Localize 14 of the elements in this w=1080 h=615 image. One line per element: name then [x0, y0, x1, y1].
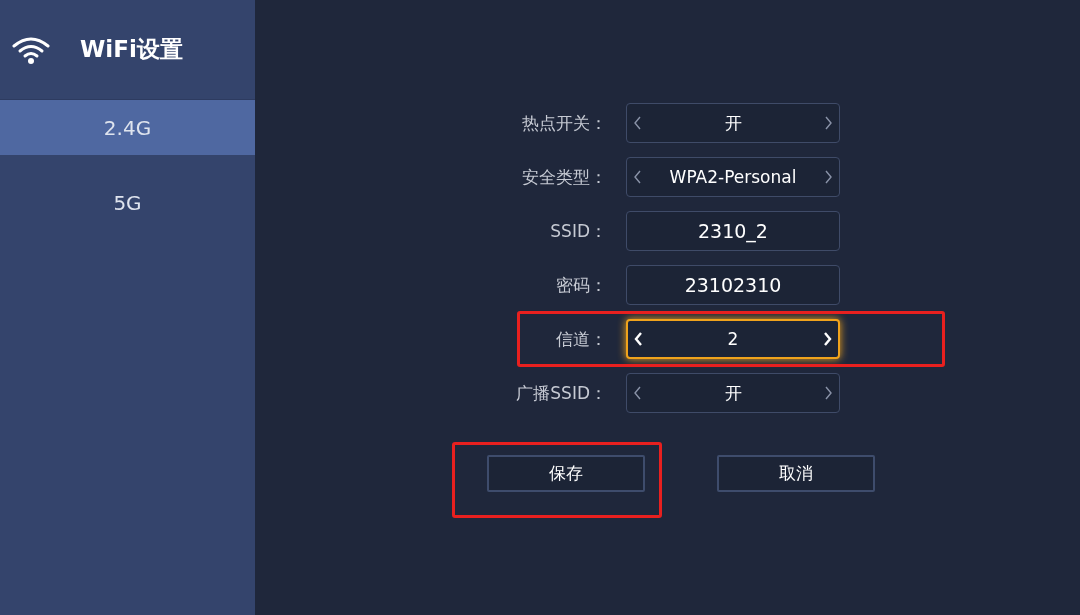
input-field[interactable]: 23102310 — [626, 265, 840, 305]
field-label: 信道： — [555, 327, 607, 351]
field-label: 广播SSID： — [515, 381, 607, 405]
wifi-icon — [12, 35, 50, 64]
field-label: 安全类型： — [521, 165, 607, 189]
sidebar-item[interactable]: 5G — [0, 175, 255, 230]
input-field[interactable]: 2310_2 — [626, 211, 840, 251]
field-label: 密码： — [555, 273, 607, 297]
cancel-button[interactable]: 取消 — [717, 455, 875, 492]
sidebar-title: WiFi设置 — [80, 35, 183, 64]
field-label: SSID： — [549, 219, 607, 243]
field-label: 热点开关： — [521, 111, 607, 135]
save-button[interactable]: 保存 — [487, 455, 645, 492]
sidebar-item[interactable]: 2.4G — [0, 100, 255, 155]
